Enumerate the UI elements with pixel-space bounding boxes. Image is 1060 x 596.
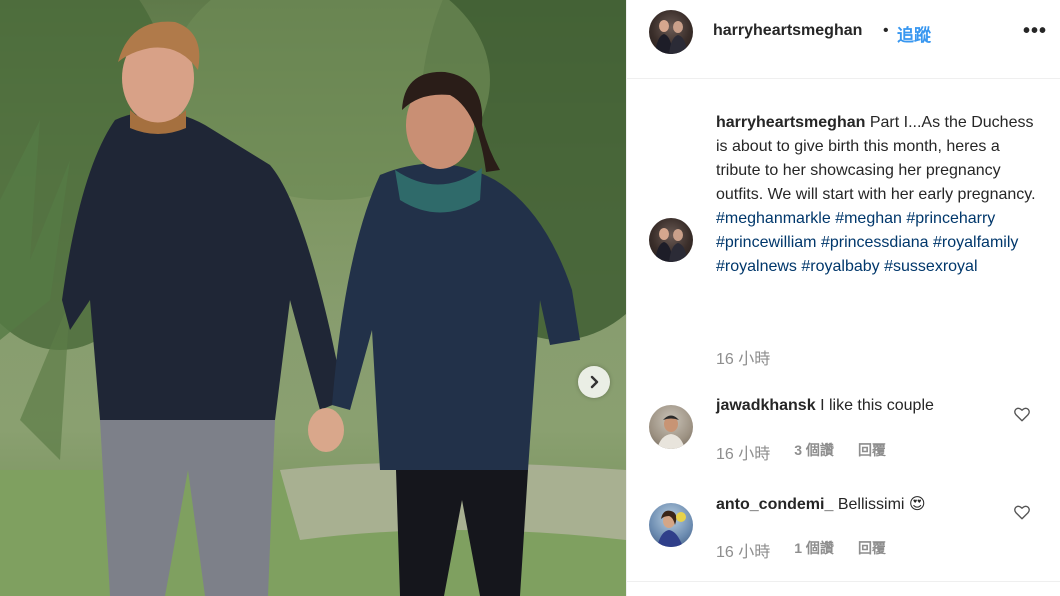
comment-body: anto_condemi_ Bellissimi 😍 <box>716 494 926 514</box>
comment-timestamp: 16 小時 <box>716 446 771 463</box>
commenter-avatar[interactable] <box>649 503 693 547</box>
post-side-panel: harryheartsmeghan • 追蹤 ••• harryheartsme… <box>626 0 1060 596</box>
comment-meta: 16 小時 3 個讚 回覆 <box>716 440 886 464</box>
hashtag[interactable]: #princeharry <box>906 210 995 227</box>
avatar-image <box>657 510 686 547</box>
chevron-right-icon <box>590 375 599 389</box>
hashtag[interactable]: #princewilliam <box>716 234 816 251</box>
heart-icon[interactable] <box>1013 405 1031 423</box>
post-header: harryheartsmeghan • 追蹤 ••• <box>627 0 1060 79</box>
post-caption: harryheartsmeghan Part I...As the Duches… <box>716 111 1046 279</box>
hashtag[interactable]: #meghanmarkle <box>716 210 831 227</box>
author-avatar[interactable] <box>649 10 693 54</box>
comment-text: Bellissimi 😍 <box>837 496 926 513</box>
hashtag[interactable]: #royalfamily <box>933 234 1018 251</box>
more-options-icon[interactable]: ••• <box>1023 20 1047 43</box>
comment-body: jawadkhansk I like this couple <box>716 397 934 415</box>
comment-text: I like this couple <box>820 397 934 414</box>
caption-timestamp: 16 小時 <box>716 351 771 368</box>
caption-username[interactable]: harryheartsmeghan <box>716 114 865 131</box>
hashtag[interactable]: #meghan <box>835 210 902 227</box>
hashtag[interactable]: #sussexroyal <box>884 258 977 275</box>
next-photo-button[interactable] <box>578 366 610 398</box>
comment-like-count[interactable]: 1 個讚 <box>794 538 834 562</box>
hashtag[interactable]: #royalnews <box>716 258 797 275</box>
avatar-image <box>655 20 687 54</box>
hashtag[interactable]: #princessdiana <box>821 234 929 251</box>
post-photo[interactable] <box>0 0 626 596</box>
avatar-image <box>655 228 687 262</box>
panel-divider <box>627 581 1060 582</box>
reply-button[interactable]: 回覆 <box>858 440 886 464</box>
hashtag[interactable]: #royalbaby <box>801 258 879 275</box>
heart-icon[interactable] <box>1013 503 1031 521</box>
comment-username[interactable]: jawadkhansk <box>716 397 816 414</box>
comment-timestamp: 16 小時 <box>716 544 771 561</box>
comment-like-count[interactable]: 3 個讚 <box>794 440 834 464</box>
caption-avatar[interactable] <box>649 218 693 262</box>
photo-illustration <box>0 0 626 596</box>
separator-dot: • <box>883 22 889 39</box>
avatar-image <box>657 415 685 449</box>
commenter-avatar[interactable] <box>649 405 693 449</box>
author-username[interactable]: harryheartsmeghan <box>713 22 862 40</box>
comment-username[interactable]: anto_condemi_ <box>716 496 833 513</box>
reply-button[interactable]: 回覆 <box>858 538 886 562</box>
follow-button[interactable]: 追蹤 <box>897 21 931 46</box>
caption-hashtags: #meghanmarkle #meghan #princeharry #prin… <box>716 210 1018 275</box>
comment-meta: 16 小時 1 個讚 回覆 <box>716 538 886 562</box>
